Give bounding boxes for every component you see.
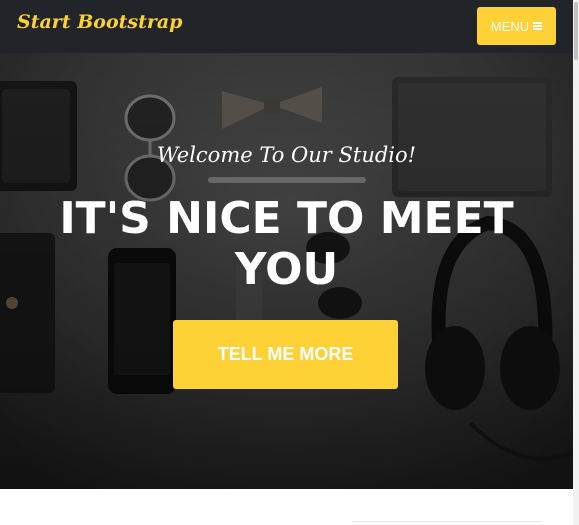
brand-logo-link[interactable]: Start Bootstrap — [17, 11, 182, 33]
scrollbar-thumb[interactable] — [574, 2, 578, 60]
hero-subheading: Welcome To Our Studio! — [156, 143, 417, 167]
navbar: Start Bootstrap MENU — [0, 0, 573, 53]
hero-heading: It's Nice To Meet You — [59, 193, 514, 295]
page-scrollbar[interactable] — [573, 0, 579, 525]
menu-button-label: MENU — [490, 18, 530, 34]
page: Start Bootstrap MENU Welcome To Our Stud… — [0, 0, 579, 525]
content-divider — [352, 521, 542, 522]
cta-label: Tell Me More — [217, 344, 354, 364]
tell-me-more-button[interactable]: Tell Me More — [173, 320, 398, 389]
menu-toggle-button[interactable]: MENU — [477, 7, 556, 45]
bars-icon — [533, 22, 543, 30]
hero-section: Welcome To Our Studio! It's Nice To Meet… — [0, 53, 573, 489]
